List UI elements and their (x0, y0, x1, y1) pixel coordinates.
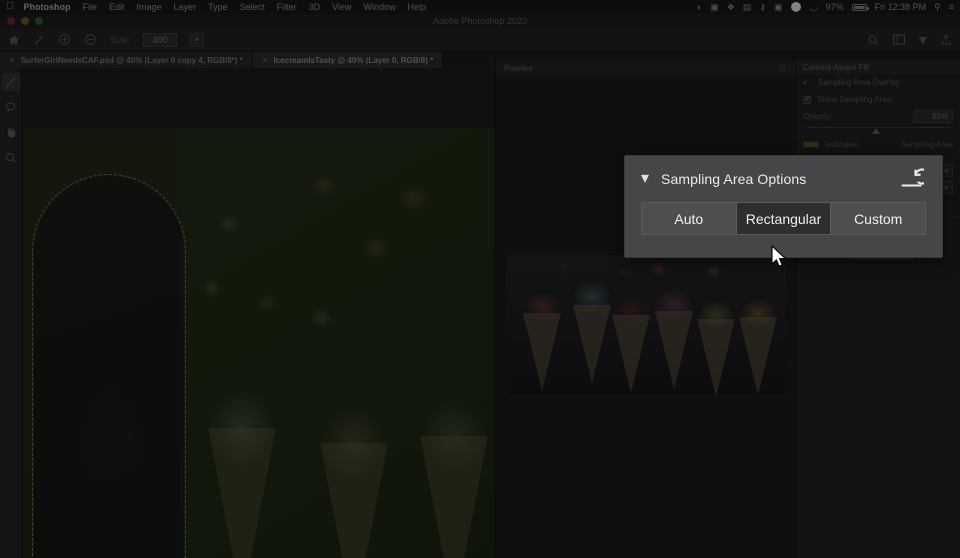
opacity-label: Opacity: (803, 112, 833, 121)
contrast-icon[interactable]: ◐ (697, 2, 702, 12)
show-sampling-area-row[interactable]: Show Sampling Area (796, 91, 960, 108)
document-image[interactable] (24, 128, 494, 558)
chevron-down-icon[interactable]: ▾ (190, 32, 205, 47)
indicates-row[interactable]: Indicates: Sampling Area (796, 136, 960, 153)
screen-record-icon[interactable]: ▣ (710, 2, 719, 12)
show-sampling-area-label: Show Sampling Area (817, 95, 892, 104)
photoshop-window:  Photoshop File Edit Image Layer Type S… (0, 0, 960, 558)
shield-icon[interactable]: ⚷ (759, 2, 766, 12)
canvas-area[interactable] (22, 68, 495, 558)
lasso-tool[interactable] (2, 98, 20, 116)
reset-icon[interactable] (898, 168, 924, 190)
opacity-slider-track[interactable] (806, 127, 950, 134)
cone-shape (208, 428, 276, 558)
close-icon[interactable]: ✕ (9, 56, 16, 65)
sampling-area-options-dialog: ▾ Sampling Area Options Auto Rectangular… (624, 155, 943, 258)
clock[interactable]: Fri 12:38 PM (875, 2, 927, 12)
overlay-color-swatch[interactable] (803, 141, 819, 148)
preview-image (506, 255, 786, 397)
selection-marching-ants (32, 174, 186, 558)
sampling-area-mode-group: Auto Rectangular Custom (641, 202, 926, 235)
chevron-down-icon: ▾ (944, 167, 948, 175)
menu-filter[interactable]: Filter (277, 2, 297, 12)
size-input[interactable]: 400 (143, 32, 178, 47)
chevron-down-icon[interactable]: ▾ (919, 30, 927, 50)
macos-menu-bar:  Photoshop File Edit Image Layer Type S… (0, 0, 960, 14)
document-tab-label: IcecreamIsTasty @ 40% (Layer 0, RGB/8) * (273, 55, 434, 65)
save-icon[interactable]: ▣ (774, 2, 783, 12)
panel-menu-icon[interactable]: ☰ (779, 64, 787, 73)
document-tab-icecream[interactable]: ✕ IcecreamIsTasty @ 40% (Layer 0, RGB/8)… (252, 52, 444, 68)
document-tab-label: SurferGirlNeedsCAF.psd @ 40% (Layer 0 co… (20, 55, 243, 65)
cone-shape (573, 305, 611, 383)
menu-file[interactable]: File (83, 2, 98, 12)
dropbox-icon[interactable]: ❖ (727, 2, 735, 12)
show-sampling-area-checkbox[interactable] (803, 94, 811, 104)
sampling-area-overlay-section[interactable]: ▾ Sampling Area Overlay (796, 74, 960, 91)
home-icon[interactable] (8, 34, 20, 46)
opacity-value[interactable]: 50% (913, 110, 953, 123)
chevron-down-icon[interactable]: ▾ (641, 171, 649, 187)
list-icon[interactable]: ≡ (949, 2, 954, 12)
menu-edit[interactable]: Edit (109, 2, 125, 12)
menu-photoshop[interactable]: Photoshop (24, 2, 71, 12)
preview-panel-title: Preview (504, 63, 533, 73)
options-bar: Size: 400 ▾ ▾ (0, 28, 960, 52)
cone-shape (739, 317, 777, 395)
cone-shape (697, 319, 735, 397)
opacity-slider-knob[interactable] (872, 128, 881, 134)
apple-icon[interactable]:  (6, 2, 14, 12)
magnifier-icon[interactable] (2, 148, 20, 166)
hand-tool[interactable] (2, 123, 20, 141)
sampling-mode-rectangular-button[interactable]: Rectangular (736, 203, 832, 234)
chevron-down-icon[interactable]: ▾ (803, 79, 812, 87)
indicates-value[interactable]: Sampling Area (901, 140, 953, 149)
sampling-area-options-title: Sampling Area Options (661, 171, 807, 187)
document-tab-surfergirl[interactable]: ✕ SurferGirlNeedsCAF.psd @ 40% (Layer 0 … (0, 52, 253, 68)
preview-panel: Preview ☰ (495, 60, 795, 558)
cone-shape (420, 436, 488, 558)
menu-image[interactable]: Image (137, 2, 162, 12)
workspace-icon[interactable] (892, 34, 906, 45)
bartender-icon[interactable]: ▤ (743, 2, 752, 12)
minus-circle-icon[interactable] (84, 33, 97, 46)
do-not-disturb-icon[interactable]: ⚪ (791, 2, 802, 12)
menu-view[interactable]: View (332, 2, 351, 12)
close-icon[interactable]: ✕ (262, 56, 269, 65)
caf-panel-title: Content-Aware Fill (796, 60, 960, 74)
menu-window[interactable]: Window (363, 2, 395, 12)
share-icon[interactable] (940, 34, 952, 46)
app-title: Adobe Photoshop 2020 (432, 16, 528, 26)
chevron-down-icon: ▾ (944, 184, 948, 192)
sampling-mode-auto-button[interactable]: Auto (642, 203, 737, 234)
opacity-slider[interactable] (796, 127, 960, 134)
menu-help[interactable]: Help (407, 2, 426, 12)
content-aware-fill-panel: Content-Aware Fill ▾ Sampling Area Overl… (795, 60, 960, 558)
sampling-area-options-header: ▾ Sampling Area Options (625, 156, 942, 202)
search-icon[interactable] (867, 34, 879, 46)
sampling-brush-tool[interactable] (1, 73, 20, 91)
cone-shape (523, 313, 561, 391)
opacity-row[interactable]: Opacity: 50% (796, 108, 960, 125)
wifi-icon[interactable]: ◡ (810, 2, 818, 12)
battery-percent: 97% (825, 2, 844, 12)
window-title-bar: Adobe Photoshop 2020 (0, 14, 960, 28)
sampling-mode-custom-button[interactable]: Custom (831, 203, 925, 234)
sampling-area-overlay-label: Sampling Area Overlay (818, 78, 900, 87)
sampling-brush-icon[interactable] (33, 34, 45, 46)
plus-circle-icon[interactable] (58, 33, 71, 46)
menu-type[interactable]: Type (208, 2, 228, 12)
menu-select[interactable]: Select (240, 2, 265, 12)
cone-shape (320, 443, 388, 558)
size-label: Size: (110, 34, 131, 45)
tool-strip (0, 68, 22, 558)
cone-shape (655, 311, 693, 389)
search-icon[interactable]: ⚲ (934, 2, 941, 12)
cone-shape (612, 315, 650, 393)
menu-3d[interactable]: 3D (309, 2, 321, 12)
menu-layer[interactable]: Layer (174, 2, 197, 12)
battery-icon (851, 3, 869, 11)
preview-panel-header: Preview ☰ (496, 60, 795, 76)
indicates-label: Indicates: (825, 140, 860, 149)
